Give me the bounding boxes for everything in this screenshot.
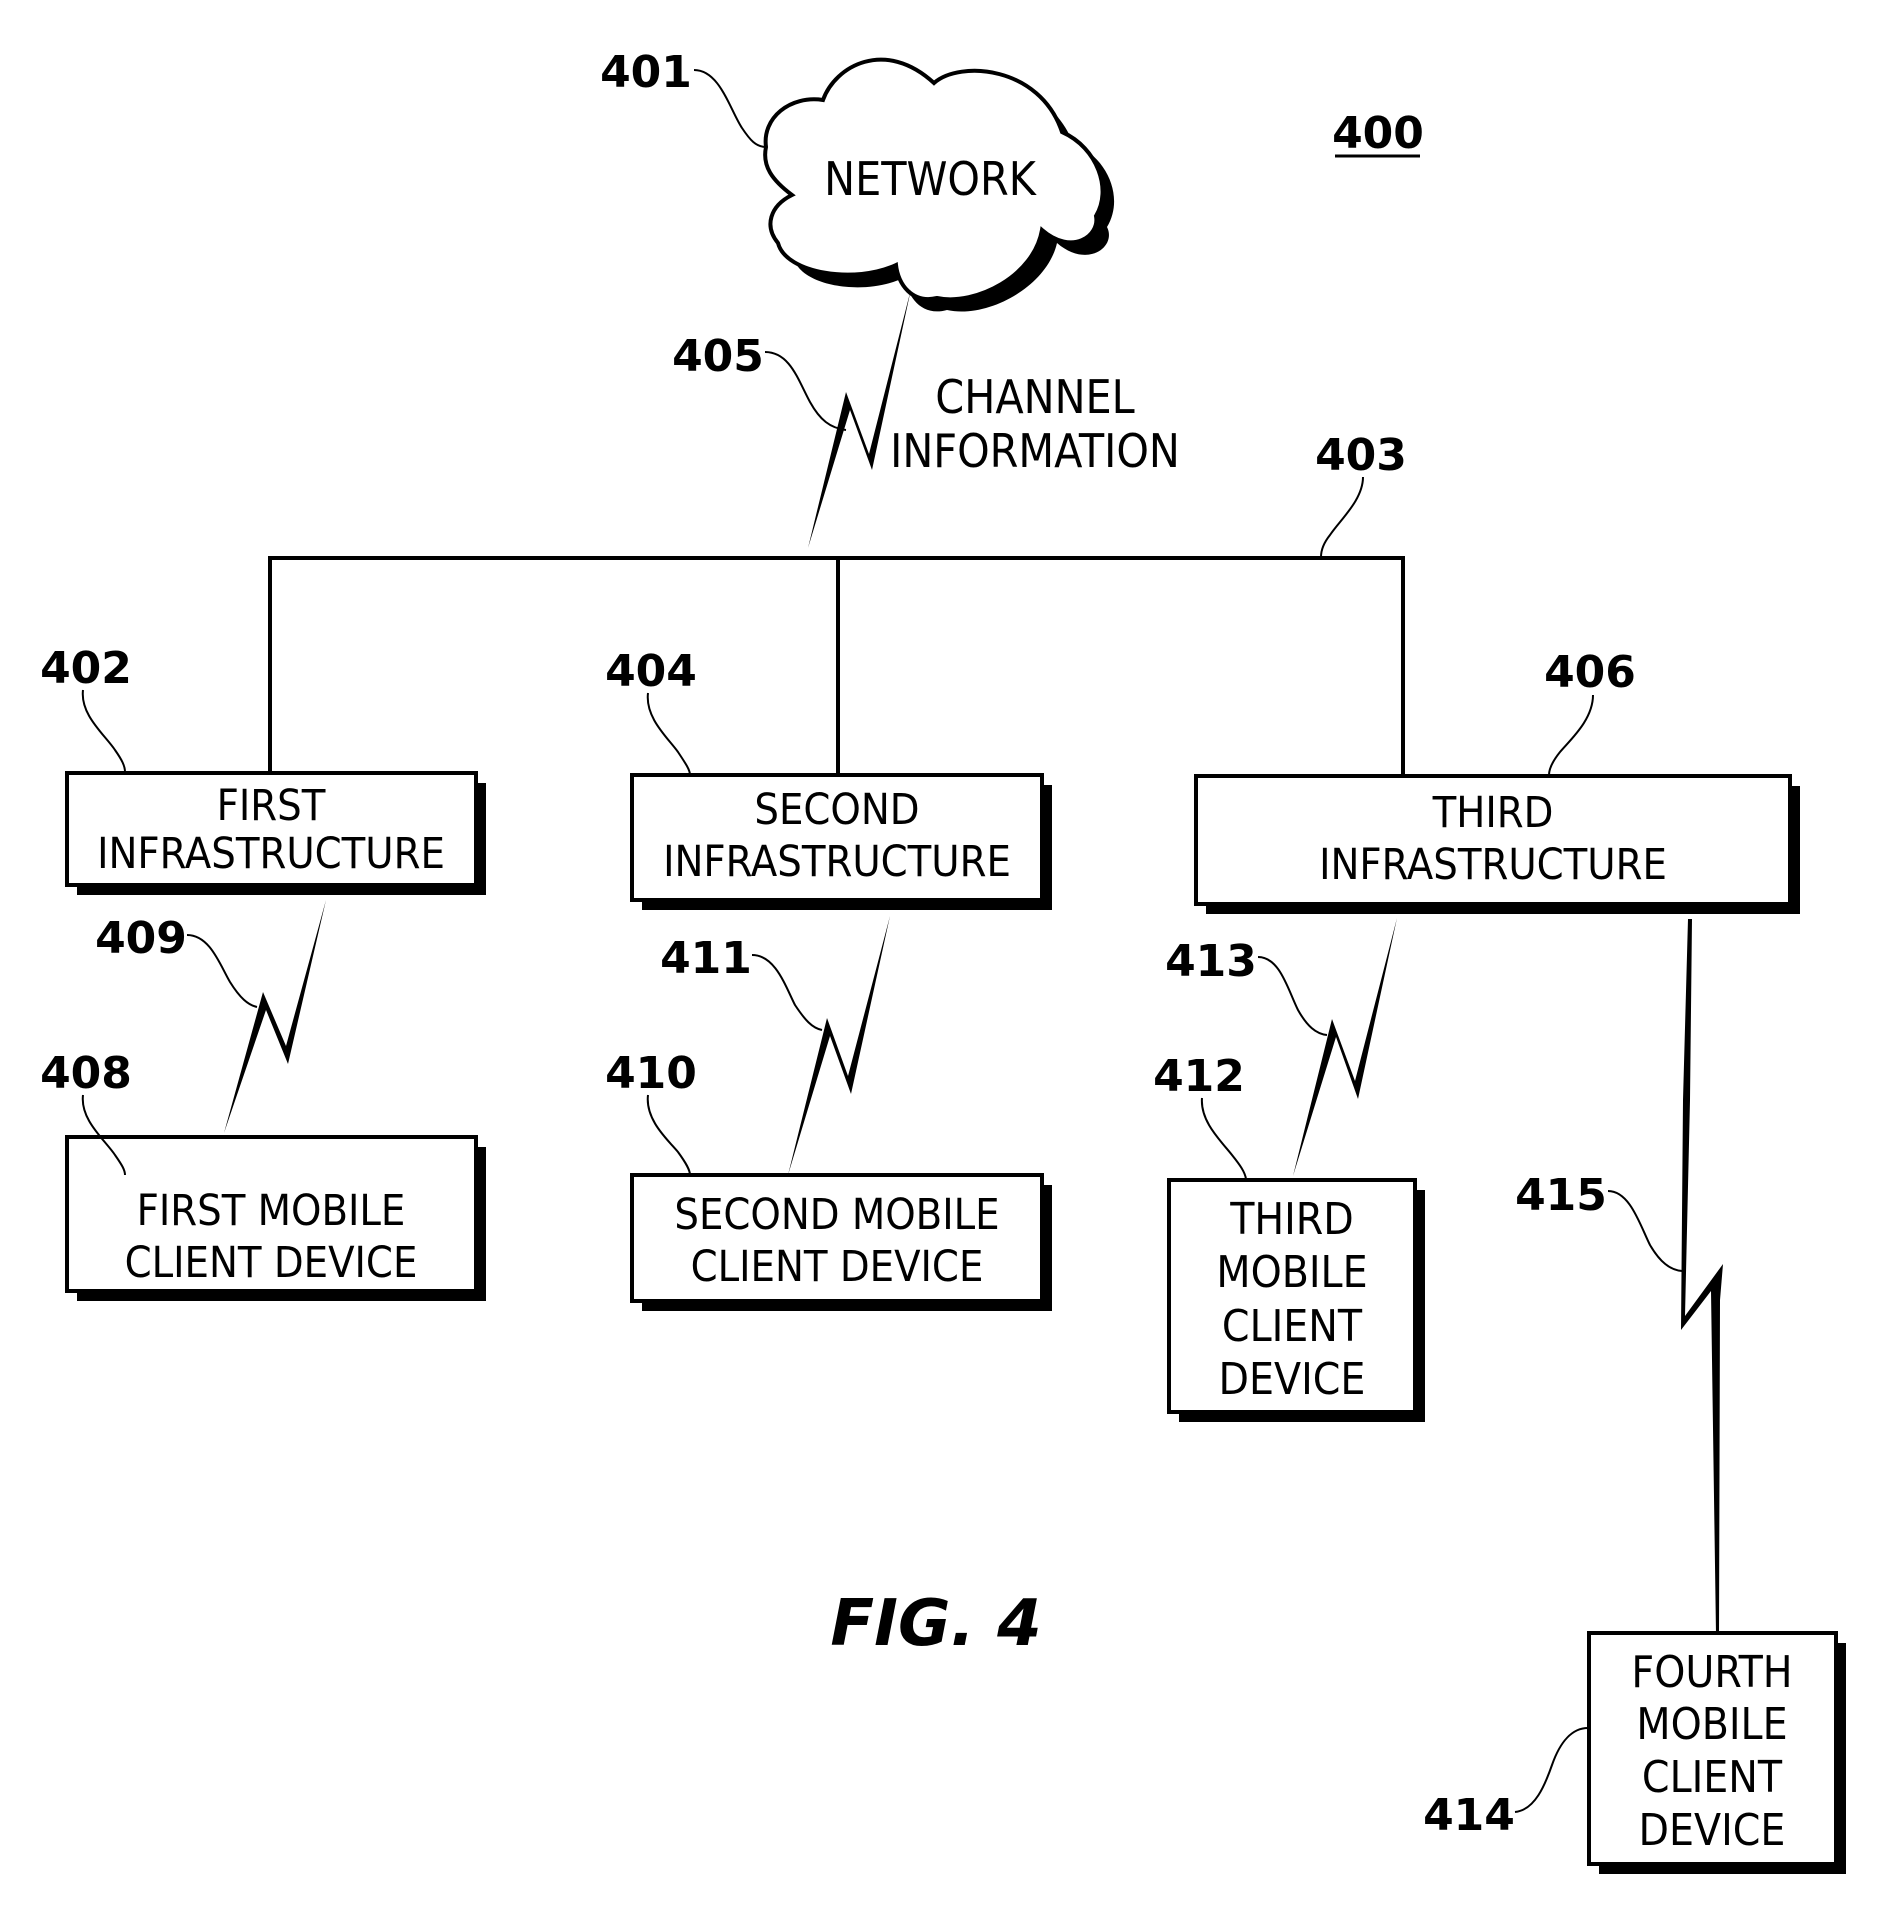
leader-line-406 (1548, 694, 1594, 776)
bus-403 (268, 556, 1405, 776)
channel-label-line-1: CHANNEL (935, 370, 1134, 424)
network-cloud: NETWORK (763, 57, 1115, 312)
second-infrastructure-box: SECOND INFRASTRUCTURE (630, 773, 1052, 910)
box-label-line-2: INFRASTRUCTURE (1319, 840, 1667, 890)
ref-label-410: 410 (605, 1048, 697, 1099)
box-label-line-1: SECOND MOBILE (674, 1190, 999, 1240)
third-infrastructure-box: THIRD INFRASTRUCTURE (1194, 774, 1800, 914)
leader-line-409 (186, 934, 258, 1008)
ref-label-402: 402 (40, 643, 132, 694)
leader-line-414 (1514, 1727, 1589, 1813)
box-label-line-2: CLIENT DEVICE (691, 1242, 984, 1292)
network-label: NETWORK (824, 152, 1038, 206)
box-label-line-2: INFRASTRUCTURE (663, 837, 1011, 887)
ref-label-401: 401 (600, 47, 692, 98)
box-label-line-2: MOBILE (1216, 1247, 1367, 1298)
wireless-link-415-icon (1681, 919, 1723, 1634)
first-infrastructure-box: FIRST INFRASTRUCTURE (65, 771, 486, 895)
box-label-line-3: CLIENT (1642, 1752, 1783, 1803)
box-label-line-1: SECOND (754, 785, 919, 835)
leader-line-415 (1607, 1190, 1683, 1272)
first-mobile-device-box: FIRST MOBILE CLIENT DEVICE (65, 1135, 486, 1301)
leader-line-404 (646, 692, 691, 776)
box-label-line-2: INFRASTRUCTURE (97, 829, 445, 879)
leader-line-402 (81, 689, 126, 773)
leader-line-410 (646, 1094, 691, 1176)
leader-line-401 (693, 69, 767, 148)
ref-label-406: 406 (1544, 647, 1636, 698)
channel-label-line-2: INFORMATION (890, 424, 1180, 478)
leader-line-413 (1257, 956, 1328, 1036)
figure-number: 400 (1332, 108, 1424, 159)
box-label-line-3: CLIENT (1222, 1301, 1363, 1352)
box-label-line-1: FOURTH (1631, 1647, 1792, 1698)
ref-label-411: 411 (660, 933, 752, 984)
ref-label-403: 403 (1315, 430, 1407, 481)
box-label-line-2: MOBILE (1636, 1699, 1787, 1750)
box-label-line-4: DEVICE (1639, 1805, 1786, 1856)
second-mobile-device-box: SECOND MOBILE CLIENT DEVICE (630, 1173, 1052, 1311)
box-label-line-1: THIRD (1229, 1194, 1354, 1245)
ref-label-415: 415 (1515, 1170, 1607, 1221)
third-mobile-device-box: THIRD MOBILE CLIENT DEVICE (1167, 1178, 1425, 1422)
ref-label-405: 405 (672, 331, 764, 382)
wireless-link-413-icon (1293, 918, 1397, 1176)
ref-label-409: 409 (95, 913, 187, 964)
leader-line-411 (751, 954, 823, 1031)
wireless-link-409-icon (224, 900, 326, 1133)
box-label-line-2: CLIENT DEVICE (125, 1238, 418, 1288)
box-label-line-1: THIRD (1432, 788, 1554, 838)
leader-line-412 (1200, 1097, 1247, 1180)
ref-label-404: 404 (605, 646, 697, 697)
diagram-canvas: 400 NETWORK 401 405 CHANNEL INFORMATION … (40, 47, 1846, 1874)
ref-label-408: 408 (40, 1048, 132, 1099)
ref-label-413: 413 (1165, 936, 1257, 987)
box-label-line-1: FIRST MOBILE (137, 1186, 406, 1236)
figure-number-label: 400 (1332, 108, 1424, 159)
wireless-link-411-icon (788, 916, 890, 1175)
leader-line-405 (764, 351, 847, 431)
box-label-line-4: DEVICE (1219, 1354, 1366, 1405)
ref-label-414: 414 (1423, 1790, 1515, 1841)
fourth-mobile-device-box: FOURTH MOBILE CLIENT DEVICE (1587, 1631, 1846, 1874)
wireless-link-405-icon (808, 289, 911, 548)
ref-label-412: 412 (1153, 1051, 1245, 1102)
figure-caption: FIG. 4 (830, 1587, 1041, 1661)
leader-line-403 (1320, 476, 1364, 558)
box-label-line-1: FIRST (217, 781, 326, 831)
